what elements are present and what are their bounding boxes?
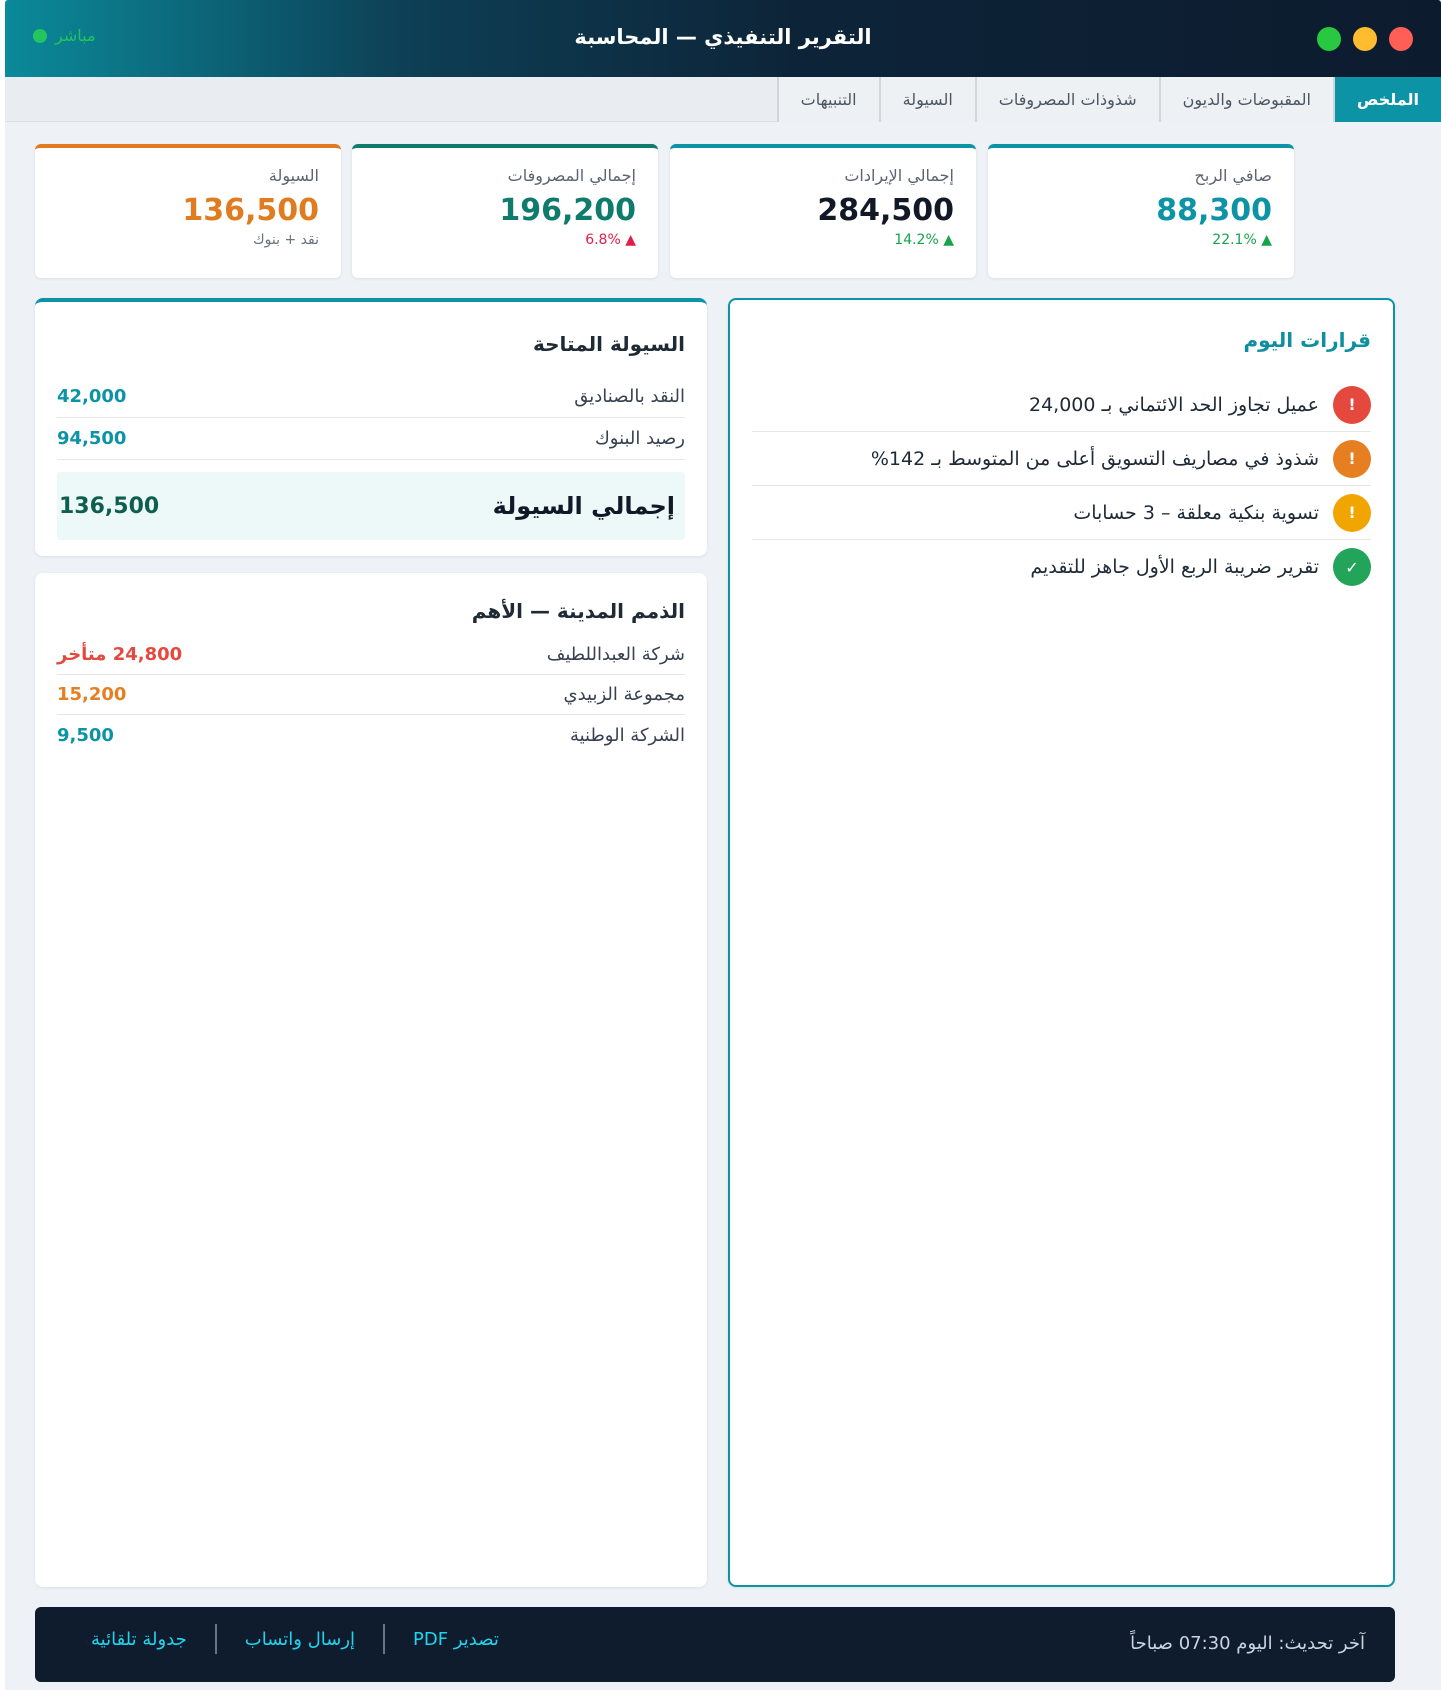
kpi-label: إجمالي الإيرادات bbox=[844, 166, 954, 185]
kpi-label: صافي الربح bbox=[1194, 166, 1272, 185]
receivable-row[interactable]: شركة العبداللطيف 24,800 متأخر bbox=[57, 635, 685, 675]
divider bbox=[383, 1624, 386, 1654]
kpi-value: 196,200 bbox=[499, 193, 636, 228]
live-dot-icon bbox=[33, 28, 47, 43]
divider bbox=[214, 1624, 217, 1654]
receivables-title: الذمم المدينة — الأهم bbox=[471, 599, 685, 623]
receivable-row[interactable]: الشركة الوطنية 9,500 bbox=[57, 715, 685, 755]
liquidity-panel: السيولة المتاحة النقد بالصناديق 42,000 ر… bbox=[35, 298, 707, 556]
row-value: 94,500 bbox=[57, 428, 127, 449]
decision-text: شذوذ في مصاريف التسويق أعلى من المتوسط ب… bbox=[870, 447, 1319, 470]
liquidity-title: السيولة المتاحة bbox=[532, 332, 685, 356]
footer-bar: آخر تحديث: اليوم 07:30 صباحاً تصدير PDF … bbox=[35, 1607, 1395, 1682]
decision-item[interactable]: ! شذوذ في مصاريف التسويق أعلى من المتوسط… bbox=[752, 432, 1371, 486]
row-label: شركة العبداللطيف bbox=[546, 644, 685, 665]
kpi-trend: ▲ 6.8% bbox=[585, 232, 636, 248]
tab-receivables-debts[interactable]: المقبوضات والديون bbox=[1158, 77, 1333, 122]
tab-bar: الملخص المقبوضات والديون شذوذات المصروفا… bbox=[5, 77, 1441, 122]
decision-item[interactable]: ✓ تقرير ضريبة الربع الأول جاهز للتقديم bbox=[752, 540, 1371, 594]
decisions-list: ! عميل تجاوز الحد الائتماني بـ 24,000 ! … bbox=[752, 378, 1371, 594]
alert-icon: ! bbox=[1333, 493, 1371, 532]
row-label: مجموعة الزبيدي bbox=[563, 684, 685, 705]
decisions-title: قرارات اليوم bbox=[1243, 328, 1371, 352]
total-value: 136,500 bbox=[59, 493, 160, 519]
decision-text: عميل تجاوز الحد الائتماني بـ 24,000 bbox=[1028, 393, 1319, 416]
footer-actions: تصدير PDF إرسال واتساب جدولة تلقائية bbox=[63, 1623, 527, 1655]
last-updated: آخر تحديث: اليوم 07:30 صباحاً bbox=[1130, 1633, 1365, 1654]
kpi-subtitle: نقد + بنوك bbox=[253, 232, 319, 248]
tab-alerts[interactable]: التنبيهات bbox=[776, 77, 879, 122]
tab-liquidity[interactable]: السيولة bbox=[878, 77, 975, 122]
kpi-card-total-expenses: إجمالي المصروفات 196,200 ▲ 6.8% bbox=[352, 144, 658, 278]
decisions-panel: قرارات اليوم ! عميل تجاوز الحد الائتماني… bbox=[728, 298, 1395, 1587]
window-title: التقرير التنفيذي — المحاسبة bbox=[574, 25, 872, 49]
receivable-row[interactable]: مجموعة الزبيدي 15,200 bbox=[57, 675, 685, 715]
kpi-label: إجمالي المصروفات bbox=[507, 166, 636, 185]
kpi-card-liquidity: السيولة 136,500 نقد + بنوك bbox=[35, 144, 341, 278]
liquidity-row: رصيد البنوك 94,500 bbox=[57, 418, 685, 460]
kpi-trend: ▲ 14.2% bbox=[894, 232, 954, 248]
alert-icon: ! bbox=[1333, 385, 1371, 424]
decision-item[interactable]: ! تسوية بنكية معلقة – 3 حسابات bbox=[752, 486, 1371, 540]
receivables-panel: الذمم المدينة — الأهم شركة العبداللطيف 2… bbox=[35, 573, 707, 1587]
decision-text: تسوية بنكية معلقة – 3 حسابات bbox=[1073, 501, 1319, 524]
tab-expense-anomalies[interactable]: شذوذات المصروفات bbox=[974, 77, 1159, 122]
live-label: مباشر bbox=[55, 26, 96, 45]
export-pdf-button[interactable]: تصدير PDF bbox=[385, 1623, 527, 1655]
row-value: 9,500 bbox=[57, 724, 114, 746]
row-value: 24,800 متأخر bbox=[57, 644, 183, 665]
liquidity-total: إجمالي السيولة 136,500 bbox=[57, 472, 685, 540]
send-whatsapp-button[interactable]: إرسال واتساب bbox=[217, 1623, 383, 1655]
row-value: 42,000 bbox=[57, 386, 127, 407]
app-window: التقرير التنفيذي — المحاسبة مباشر الملخص… bbox=[5, 0, 1441, 1690]
row-value: 15,200 bbox=[57, 684, 127, 705]
tab-summary[interactable]: الملخص bbox=[1332, 77, 1441, 122]
total-label: إجمالي السيولة bbox=[492, 492, 675, 520]
title-bar: التقرير التنفيذي — المحاسبة مباشر bbox=[5, 0, 1441, 77]
kpi-card-total-revenue: إجمالي الإيرادات 284,500 ▲ 14.2% bbox=[670, 144, 976, 278]
check-icon: ✓ bbox=[1333, 548, 1371, 586]
alert-icon: ! bbox=[1333, 439, 1371, 478]
kpi-trend: ▲ 22.1% bbox=[1212, 232, 1272, 248]
liquidity-row: النقد بالصناديق 42,000 bbox=[57, 376, 685, 418]
auto-schedule-button[interactable]: جدولة تلقائية bbox=[63, 1623, 215, 1655]
decision-text: تقرير ضريبة الربع الأول جاهز للتقديم bbox=[1030, 556, 1319, 578]
row-label: رصيد البنوك bbox=[594, 428, 685, 449]
kpi-label: السيولة bbox=[268, 166, 319, 185]
live-indicator: مباشر bbox=[33, 26, 96, 45]
kpi-value: 136,500 bbox=[182, 193, 319, 228]
kpi-card-net-profit: صافي الربح 88,300 ▲ 22.1% bbox=[988, 144, 1294, 278]
row-label: النقد بالصناديق bbox=[574, 386, 685, 407]
decision-item[interactable]: ! عميل تجاوز الحد الائتماني بـ 24,000 bbox=[752, 378, 1371, 432]
kpi-value: 88,300 bbox=[1156, 193, 1272, 228]
kpi-value: 284,500 bbox=[817, 193, 954, 228]
row-label: الشركة الوطنية bbox=[569, 724, 685, 746]
